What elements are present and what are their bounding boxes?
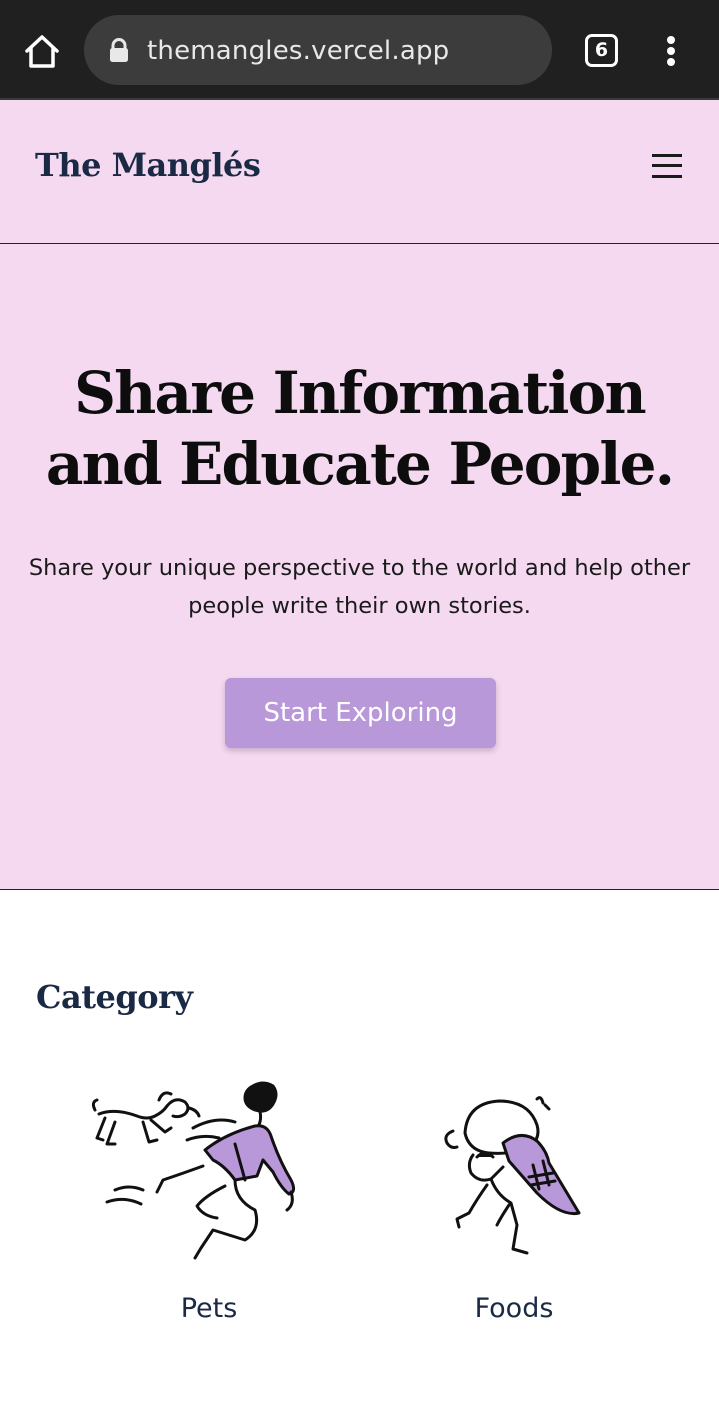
category-label-foods: Foods (474, 1293, 554, 1324)
hero-title-line1: Share Information (74, 359, 647, 427)
category-card-foods[interactable]: Foods (365, 1075, 665, 1345)
foods-illustration (444, 1096, 581, 1255)
hero-subtitle: Share your unique perspective to the wor… (24, 549, 695, 625)
hero-title-line2: and Educate People. (45, 430, 675, 498)
hero-subtitle-line2: people write their own stories. (188, 593, 531, 619)
lock-icon (108, 38, 130, 64)
hero-subtitle-line1: Share your unique perspective to the wor… (28, 555, 691, 581)
home-icon[interactable] (22, 32, 62, 70)
category-heading: Category (36, 978, 193, 1016)
browser-toolbar: themangles.vercel.app 6 (0, 0, 719, 100)
overflow-menu-icon[interactable] (660, 34, 682, 68)
url-text[interactable]: themangles.vercel.app (147, 30, 449, 72)
tab-switcher-button[interactable]: 6 (585, 34, 618, 67)
pets-illustration (91, 1081, 296, 1260)
site-header: The Manglés (0, 100, 719, 244)
category-card-pets[interactable]: Pets (60, 1075, 360, 1345)
start-exploring-button[interactable]: Start Exploring (225, 678, 496, 748)
site-logo[interactable]: The Manglés (35, 146, 261, 184)
hero-title: Share Information and Educate People. (0, 358, 719, 500)
hamburger-menu-icon[interactable] (652, 151, 684, 181)
category-label-pets: Pets (180, 1293, 238, 1324)
hero-section: Share Information and Educate People. Sh… (0, 244, 719, 890)
